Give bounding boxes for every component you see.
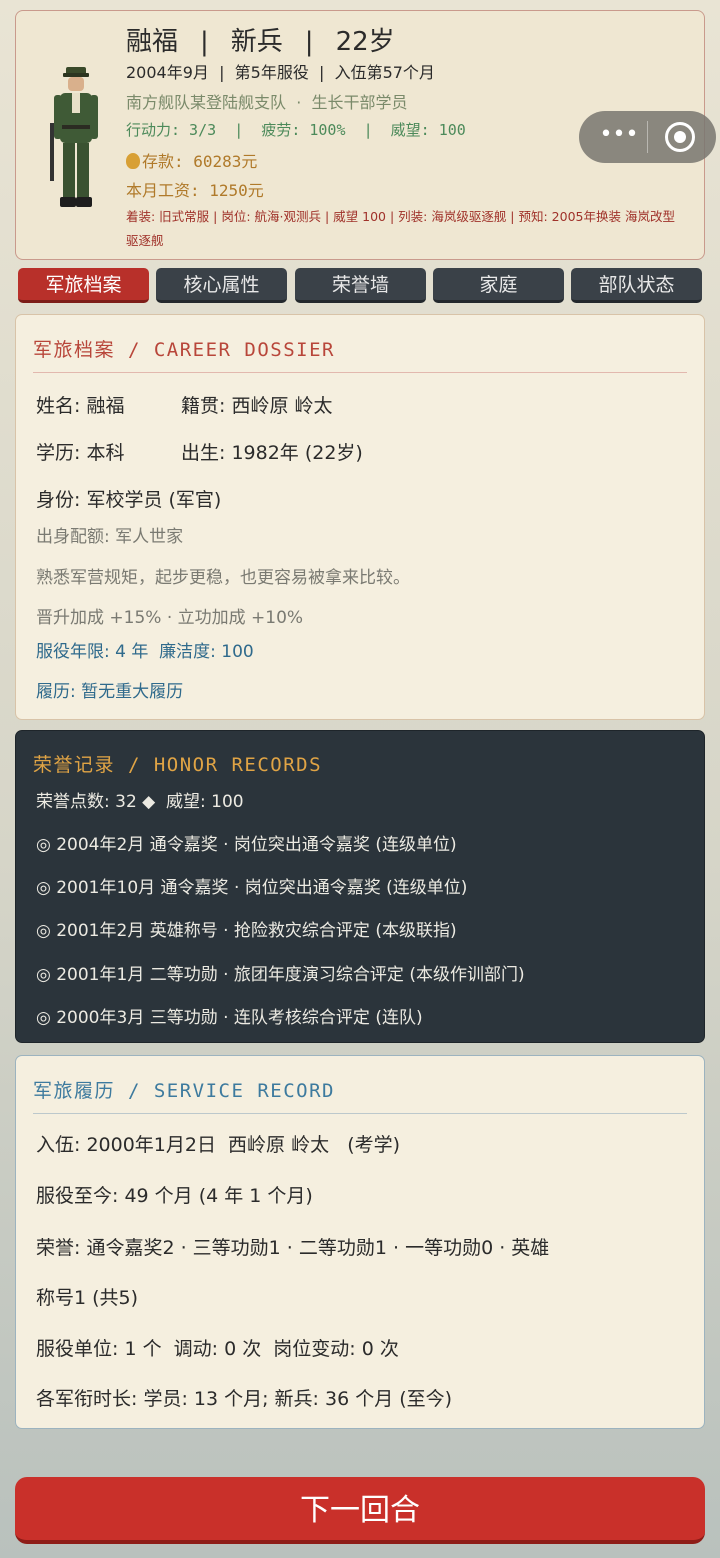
savings-line: 存款: 60283元 — [126, 148, 257, 172]
mini-program-capsule: ••• — [579, 111, 716, 163]
money-bag-icon — [126, 153, 140, 169]
identity-row: 身份: 军校学员 (军官) — [36, 489, 222, 511]
name-origin-row: 姓名: 融福 籍贯: 西岭原 岭太 — [36, 395, 333, 417]
tab-honor-wall[interactable]: 荣誉墙 — [295, 268, 426, 303]
capsule-divider — [647, 121, 648, 153]
honors-row: 荣誉: 通令嘉奖2 · 三等功勋1 · 二等功勋1 · 一等功勋0 · 英雄 — [36, 1237, 550, 1259]
soldier-name: 融福 — [126, 27, 179, 57]
term-row: 服役年限: 4 年 廉洁度: 100 — [36, 642, 254, 662]
stats-line: 行动力: 3/3 | 疲劳: 100% | 威望: 100 — [126, 121, 466, 139]
units-row: 服役单位: 1 个 调动: 0 次 岗位变动: 0 次 — [36, 1338, 399, 1360]
divider — [33, 1113, 687, 1114]
more-icon[interactable]: ••• — [599, 124, 639, 150]
quota-row: 出身配额: 军人世家 — [36, 527, 184, 547]
education-birth-row: 学历: 本科 出生: 1982年 (22岁) — [36, 442, 363, 464]
honor-record-item: ◎ 2000年3月 三等功勋 · 连队考核综合评定 (连队) — [36, 1008, 423, 1028]
honor-records-card: 荣誉记录 / HONOR RECORDS 荣誉点数: 32 ◆ 威望: 100 … — [15, 730, 705, 1043]
name-rank-age: 融福 | 新兵 | 22岁 — [126, 27, 395, 57]
next-turn-button[interactable]: 下一回合 — [15, 1477, 705, 1544]
salary-line: 本月工资: 1250元 — [126, 181, 264, 200]
soldier-rank: 新兵 — [230, 27, 283, 57]
card-title: 军旅档案 / CAREER DOSSIER — [33, 339, 335, 361]
honor-summary: 荣誉点数: 32 ◆ 威望: 100 — [36, 792, 244, 812]
duration-row: 服役至今: 49 个月 (4 年 1 个月) — [36, 1185, 313, 1207]
tab-family[interactable]: 家庭 — [433, 268, 564, 303]
honor-record-item: ◎ 2001年10月 通令嘉奖 · 岗位突出通令嘉奖 (连级单位) — [36, 878, 468, 898]
honor-record-item: ◎ 2004年2月 通令嘉奖 · 岗位突出通令嘉奖 (连级单位) — [36, 835, 457, 855]
tab-bar: 军旅档案 核心属性 荣誉墙 家庭 部队状态 — [18, 268, 704, 304]
description-row: 熟悉军营规矩，起步更稳，也更容易被拿来比较。 — [36, 568, 410, 588]
soldier-age: 22岁 — [335, 27, 395, 57]
honors-row-cont: 称号1 (共5) — [36, 1287, 139, 1309]
rank-duration-row: 各军衔时长: 学员: 13 个月; 新兵: 36 个月 (至今) — [36, 1388, 453, 1410]
profile-card: 融福 | 新兵 | 22岁 2004年9月 | 第5年服役 | 入伍第57个月 南方舰队… — [15, 10, 716, 260]
card-title: 军旅履历 / SERVICE RECORD — [33, 1080, 335, 1102]
close-target-icon[interactable] — [665, 122, 695, 152]
soldier-avatar — [50, 67, 98, 207]
service-record-card: 军旅履历 / SERVICE RECORD 入伍: 2000年1月2日 西岭原 … — [15, 1055, 705, 1429]
card-title: 荣誉记录 / HONOR RECORDS — [33, 754, 323, 776]
honor-record-item: ◎ 2001年1月 二等功勋 · 旅团年度演习综合评定 (本级作训部门) — [36, 965, 525, 985]
service-time: 2004年9月 | 第5年服役 | 入伍第57个月 — [126, 63, 435, 82]
honor-record-item: ◎ 2001年2月 英雄称号 · 抢险救灾综合评定 (本级联指) — [36, 921, 457, 941]
enlist-row: 入伍: 2000年1月2日 西岭原 岭太 (考学) — [36, 1134, 401, 1156]
tab-career-dossier[interactable]: 军旅档案 — [18, 268, 149, 303]
bonus-row: 晋升加成 +15% · 立功加成 +10% — [36, 608, 304, 628]
history-row: 履历: 暂无重大履历 — [36, 682, 184, 702]
equipment-detail: 着装: 旧式常服 | 岗位: 航海·观测兵 | 威望 100 | 列装: 海岚级… — [126, 209, 675, 248]
career-dossier-card: 军旅档案 / CAREER DOSSIER 姓名: 融福 籍贯: 西岭原 岭太 学… — [15, 314, 705, 720]
tab-core-attributes[interactable]: 核心属性 — [156, 268, 287, 303]
tab-unit-status[interactable]: 部队状态 — [571, 268, 702, 303]
divider — [33, 372, 687, 373]
unit-line: 南方舰队某登陆舰支队 · 生长干部学员 — [126, 93, 408, 112]
